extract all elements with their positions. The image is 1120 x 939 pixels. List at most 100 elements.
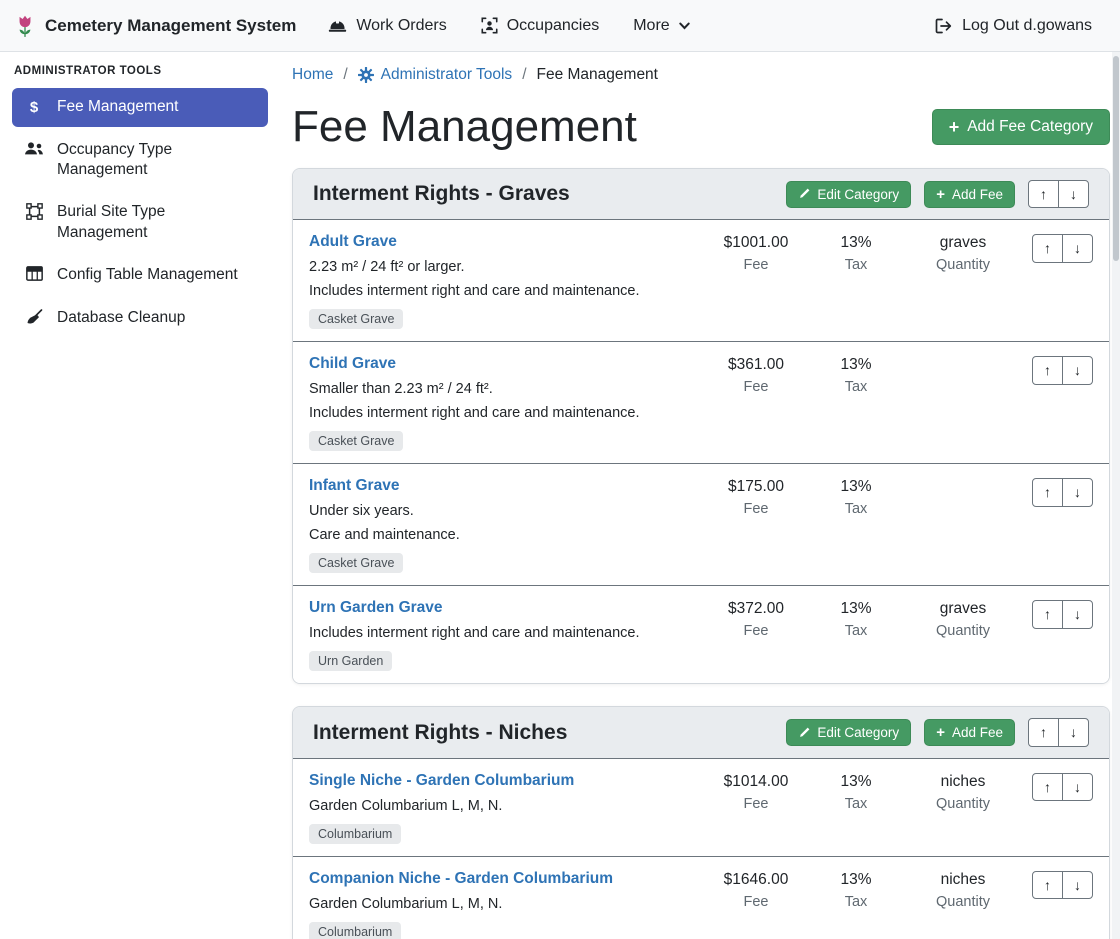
- move-fee-up-button[interactable]: ↑: [1032, 773, 1063, 801]
- add-fee-category-button[interactable]: + Add Fee Category: [932, 109, 1110, 145]
- breadcrumb-admin-tools-link[interactable]: Administrator Tools: [358, 66, 513, 84]
- tax-value: 13%: [808, 773, 904, 791]
- nav-work-orders[interactable]: Work Orders: [314, 9, 460, 43]
- fee-type-badge: Casket Grave: [309, 431, 403, 451]
- sidebar-item-burial-site-type[interactable]: Burial Site Type Management: [12, 193, 268, 252]
- fee-amount: $1014.00: [704, 773, 808, 791]
- add-fee-label: Add Fee: [952, 725, 1003, 740]
- tax-column: 13% Tax: [808, 233, 904, 274]
- edit-category-label: Edit Category: [817, 725, 899, 740]
- quantity-label: [904, 501, 1022, 518]
- chevron-down-icon: [679, 22, 690, 30]
- fee-title-link[interactable]: Child Grave: [309, 355, 396, 373]
- edit-category-button[interactable]: Edit Category: [786, 181, 911, 208]
- move-fee-down-button[interactable]: ↓: [1062, 478, 1093, 506]
- tax-column: 13% Tax: [808, 477, 904, 518]
- quantity-column: niches Quantity: [904, 772, 1022, 813]
- move-fee-up-button[interactable]: ↑: [1032, 600, 1063, 628]
- fee-type-badge: Casket Grave: [309, 309, 403, 329]
- nav-occupancies[interactable]: Occupancies: [467, 9, 614, 43]
- app-brand[interactable]: Cemetery Management System: [14, 14, 296, 38]
- move-fee-up-button[interactable]: ↑: [1032, 356, 1063, 384]
- fee-amount-column: $372.00 Fee: [704, 599, 808, 640]
- dollar-icon: $: [24, 98, 44, 118]
- vertical-scrollbar[interactable]: [1112, 52, 1120, 939]
- move-fee-down-button[interactable]: ↓: [1062, 871, 1093, 899]
- move-category-up-button[interactable]: ↑: [1028, 718, 1059, 746]
- move-category-down-button[interactable]: ↓: [1058, 180, 1089, 208]
- fee-reorder-group: ↑ ↓: [1032, 234, 1093, 262]
- tax-label: Tax: [808, 796, 904, 813]
- move-fee-up-button[interactable]: ↑: [1032, 234, 1063, 262]
- fee-details: Adult Grave 2.23 m² / 24 ft² or larger. …: [309, 233, 704, 329]
- add-fee-button[interactable]: + Add Fee: [924, 181, 1015, 208]
- nav-more[interactable]: More: [619, 9, 703, 43]
- fee-amount-column: $1001.00 Fee: [704, 233, 808, 274]
- tax-column: 13% Tax: [808, 355, 904, 396]
- quantity-column: [904, 477, 1022, 518]
- fee-description: Garden Columbarium L, M, N.: [309, 896, 696, 912]
- fee-title-link[interactable]: Urn Garden Grave: [309, 599, 443, 617]
- move-fee-down-button[interactable]: ↓: [1062, 234, 1093, 262]
- category-actions: Edit Category + Add Fee ↑ ↓: [786, 718, 1089, 746]
- fee-amount: $361.00: [704, 356, 808, 374]
- sidebar-item-config-table[interactable]: Config Table Management: [12, 256, 268, 294]
- category-actions: Edit Category + Add Fee ↑ ↓: [786, 180, 1089, 208]
- tax-column: 13% Tax: [808, 599, 904, 640]
- breadcrumb-admin-tools-label: Administrator Tools: [381, 66, 513, 84]
- sidebar-item-label: Database Cleanup: [57, 308, 185, 328]
- tax-value: 13%: [808, 871, 904, 889]
- sidebar-item-occupancy-type[interactable]: Occupancy Type Management: [12, 131, 268, 190]
- breadcrumb: Home /: [292, 66, 1110, 84]
- quantity-label: [904, 379, 1022, 396]
- main-content: Home /: [280, 52, 1120, 939]
- scrollbar-thumb[interactable]: [1113, 56, 1119, 261]
- fee-title-link[interactable]: Single Niche - Garden Columbarium: [309, 772, 574, 790]
- table-icon: [24, 266, 44, 281]
- pencil-icon: [798, 727, 810, 739]
- fee-description: Care and maintenance.: [309, 527, 696, 543]
- tax-value: 13%: [808, 600, 904, 618]
- tax-value: 13%: [808, 478, 904, 496]
- quantity-label: Quantity: [904, 623, 1022, 640]
- fee-description: Includes interment right and care and ma…: [309, 405, 696, 421]
- tax-label: Tax: [808, 894, 904, 911]
- broom-icon: [24, 309, 44, 325]
- sidebar-item-label: Occupancy Type Management: [57, 140, 256, 181]
- fee-amount-column: $1014.00 Fee: [704, 772, 808, 813]
- fee-title-link[interactable]: Companion Niche - Garden Columbarium: [309, 870, 613, 888]
- tax-label: Tax: [808, 257, 904, 274]
- category-title: Interment Rights - Niches: [313, 721, 786, 745]
- move-fee-up-button[interactable]: ↑: [1032, 871, 1063, 899]
- logout-link[interactable]: Log Out d.gowans: [921, 9, 1106, 43]
- sidebar-item-label: Config Table Management: [57, 265, 238, 285]
- fee-title-link[interactable]: Adult Grave: [309, 233, 397, 251]
- add-fee-button[interactable]: + Add Fee: [924, 719, 1015, 746]
- move-fee-down-button[interactable]: ↓: [1062, 356, 1093, 384]
- fee-description: Garden Columbarium L, M, N.: [309, 798, 696, 814]
- sidebar-item-database-cleanup[interactable]: Database Cleanup: [12, 299, 268, 337]
- move-category-down-button[interactable]: ↓: [1058, 718, 1089, 746]
- fee-type-badge: Columbarium: [309, 824, 401, 844]
- fee-details: Companion Niche - Garden Columbarium Gar…: [309, 870, 704, 939]
- fee-description: 2.23 m² / 24 ft² or larger.: [309, 259, 696, 275]
- move-category-up-button[interactable]: ↑: [1028, 180, 1059, 208]
- category-reorder-group: ↑ ↓: [1028, 180, 1089, 208]
- edit-category-button[interactable]: Edit Category: [786, 719, 911, 746]
- breadcrumb-home-link[interactable]: Home: [292, 66, 333, 84]
- page-header: Fee Management + Add Fee Category: [292, 102, 1110, 151]
- move-fee-down-button[interactable]: ↓: [1062, 773, 1093, 801]
- fee-amount-column: $175.00 Fee: [704, 477, 808, 518]
- fee-title-link[interactable]: Infant Grave: [309, 477, 399, 495]
- quantity-label: Quantity: [904, 796, 1022, 813]
- fee-reorder-group: ↑ ↓: [1032, 871, 1093, 899]
- sidebar-item-fee-management[interactable]: $ Fee Management: [12, 88, 268, 127]
- fee-details: Urn Garden Grave Includes interment righ…: [309, 599, 704, 671]
- app-title: Cemetery Management System: [45, 16, 296, 36]
- quantity-unit: [904, 356, 1022, 374]
- move-fee-down-button[interactable]: ↓: [1062, 600, 1093, 628]
- fee-type-badge: Columbarium: [309, 922, 401, 939]
- fee-amount-column: $361.00 Fee: [704, 355, 808, 396]
- move-fee-up-button[interactable]: ↑: [1032, 478, 1063, 506]
- add-fee-label: Add Fee: [952, 187, 1003, 202]
